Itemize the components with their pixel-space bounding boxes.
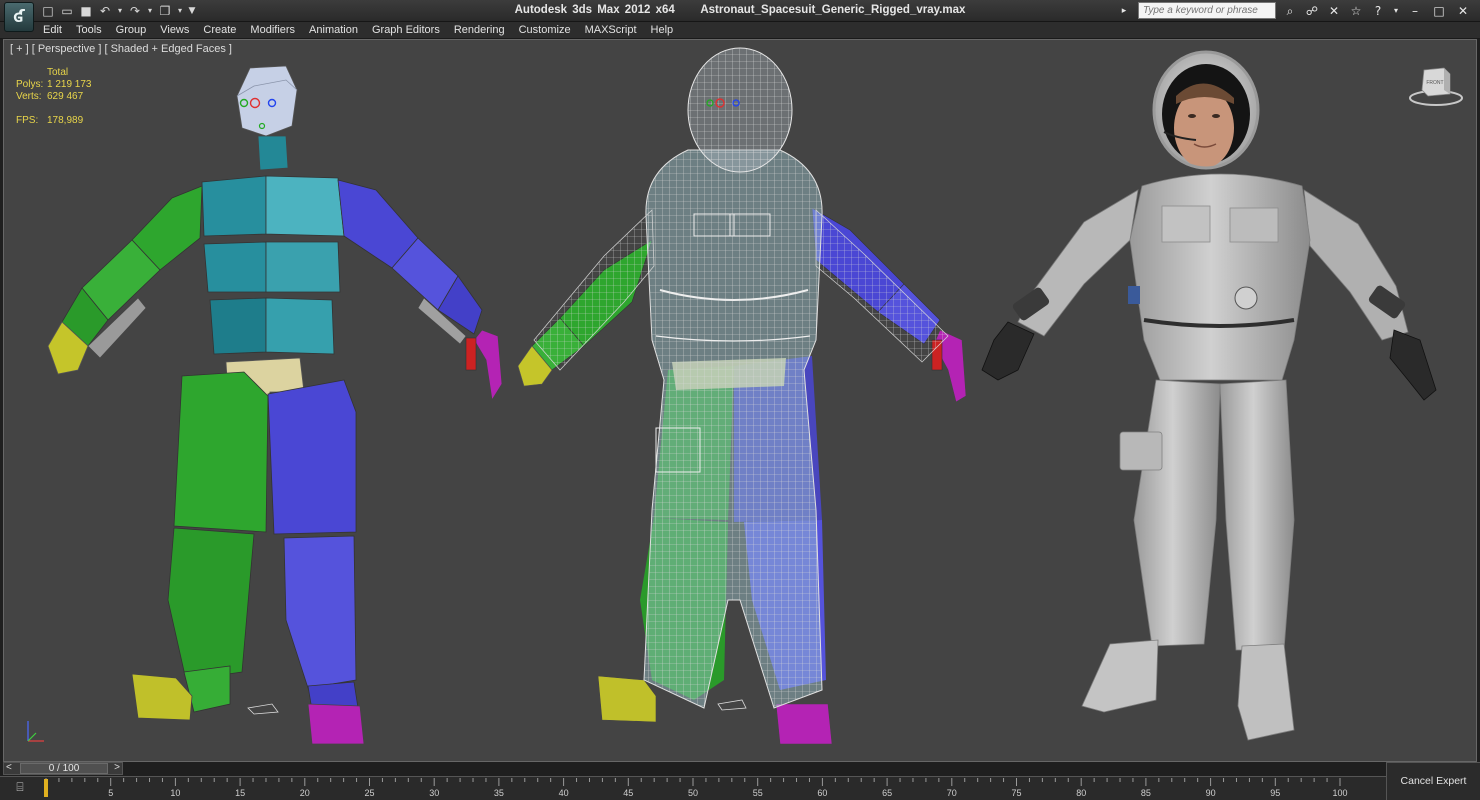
time-slider-bar[interactable]: < 0 / 100 > bbox=[3, 762, 123, 775]
favorites-star-icon[interactable]: ☆ bbox=[1348, 3, 1364, 19]
search-input[interactable] bbox=[1138, 2, 1276, 19]
redo-icon[interactable]: ↷ bbox=[127, 3, 143, 19]
quick-access-toolbar: □ ▭ ■ ↶ ▾ ↷ ▾ ❐ ▾ ▼ bbox=[40, 3, 197, 19]
frame-tick-label: 70 bbox=[947, 788, 957, 798]
close-icon[interactable]: ✕ bbox=[1454, 3, 1472, 19]
frame-tick-label: 100 bbox=[1332, 788, 1347, 798]
menu-edit[interactable]: Edit bbox=[36, 24, 69, 37]
minimize-icon[interactable]: – bbox=[1406, 3, 1424, 19]
menu-help[interactable]: Help bbox=[644, 24, 681, 37]
frame-tick-label: 15 bbox=[235, 788, 245, 798]
project-icon[interactable]: ❐ bbox=[157, 3, 173, 19]
cancel-expert-mode-button[interactable]: Cancel Expert Mode bbox=[1386, 762, 1480, 800]
perspective-viewport[interactable]: [ + ] [ Perspective ] [ Shaded + Edged F… bbox=[3, 39, 1477, 762]
expand-search-icon[interactable]: ▸ bbox=[1116, 3, 1132, 19]
menu-rendering[interactable]: Rendering bbox=[447, 24, 512, 37]
help-icon[interactable]: ? bbox=[1370, 3, 1386, 19]
frame-tick-label: 95 bbox=[1270, 788, 1280, 798]
mini-curve-editor-icon[interactable]: ⌸ bbox=[12, 780, 28, 796]
help-dropdown-icon[interactable]: ▾ bbox=[1392, 3, 1400, 19]
menu-bar: Edit Tools Group Views Create Modifiers … bbox=[0, 22, 1480, 39]
menu-views[interactable]: Views bbox=[153, 24, 196, 37]
undo-icon[interactable]: ↶ bbox=[97, 3, 113, 19]
frame-tick-label: 40 bbox=[559, 788, 569, 798]
dropdown-icon[interactable]: ▾ bbox=[176, 3, 184, 19]
frame-tick-label: 80 bbox=[1076, 788, 1086, 798]
fps-value: 178,989 bbox=[47, 115, 84, 126]
frame-tick-label: 75 bbox=[1011, 788, 1021, 798]
frame-tick-label: 90 bbox=[1206, 788, 1216, 798]
viewport-statistics: Total Polys: 1 219 173 Verts: 629 467 FPS:… bbox=[16, 67, 92, 127]
frame-tick-label: 55 bbox=[753, 788, 763, 798]
tools-icon[interactable]: ✕ bbox=[1326, 3, 1342, 19]
menu-create[interactable]: Create bbox=[196, 24, 243, 37]
dropdown-icon[interactable]: ▾ bbox=[146, 3, 154, 19]
frame-tick-label: 25 bbox=[364, 788, 374, 798]
application-button[interactable]: ʛ bbox=[4, 2, 34, 32]
file-name: Astronaut_Spacesuit_Generic_Rigged_vray.… bbox=[700, 4, 966, 16]
infocenter: ▸ ⌕ ☍ ✕ ☆ ? ▾ – □ ✕ bbox=[1116, 2, 1472, 19]
verts-label: Verts: bbox=[16, 91, 42, 102]
biped-rig[interactable] bbox=[47, 65, 503, 745]
verts-value: 629 467 bbox=[47, 91, 84, 102]
viewcube-face-label: FRONT bbox=[1426, 80, 1443, 86]
max-logo-icon: ʛ bbox=[13, 7, 25, 27]
next-frame-button[interactable]: > bbox=[114, 762, 120, 773]
frame-tick-label: 60 bbox=[817, 788, 827, 798]
track-bar-ruler[interactable]: 5 10 15 20 25 30 35 40 45 50 55 60 65 70 75 80 85 90 95 100 bbox=[40, 777, 1350, 800]
window-title: Autodesk 3ds Max 2012 x64 Astronaut_Spac… bbox=[440, 4, 1040, 16]
frame-tick-label: 30 bbox=[429, 788, 439, 798]
frame-tick-label: 65 bbox=[882, 788, 892, 798]
wireframe-rig-overlay[interactable] bbox=[517, 47, 967, 745]
menu-group[interactable]: Group bbox=[109, 24, 154, 37]
viewport-label-menu[interactable]: [ + ] [ Perspective ] [ Shaded + Edged F… bbox=[10, 43, 232, 55]
maximize-icon[interactable]: □ bbox=[1430, 3, 1448, 19]
save-icon[interactable]: ■ bbox=[78, 3, 94, 19]
polys-value: 1 219 173 bbox=[47, 79, 92, 90]
frame-tick-label: 85 bbox=[1141, 788, 1151, 798]
frame-tick-label: 5 bbox=[108, 788, 113, 798]
title-bar: ʛ □ ▭ ■ ↶ ▾ ↷ ▾ ❐ ▾ ▼ Autodesk 3ds Max 2… bbox=[0, 0, 1480, 32]
track-bar[interactable]: ⌸ 5 10 15 20 25 30 35 40 45 50 55 60 65 70 75 80 85 90 95 1… bbox=[0, 776, 1386, 800]
fps-label: FPS: bbox=[16, 115, 39, 126]
app-name: Autodesk 3ds Max 2012 x64 bbox=[514, 4, 675, 16]
menu-animation[interactable]: Animation bbox=[302, 24, 365, 37]
polys-label: Polys: bbox=[16, 79, 44, 90]
stats-header: Total bbox=[47, 67, 69, 78]
current-frame-marker[interactable] bbox=[44, 779, 48, 797]
frame-tick-label: 45 bbox=[623, 788, 633, 798]
menu-customize[interactable]: Customize bbox=[512, 24, 578, 37]
menu-graph-editors[interactable]: Graph Editors bbox=[365, 24, 447, 37]
rendered-astronaut[interactable] bbox=[981, 50, 1437, 741]
open-file-icon[interactable]: ▭ bbox=[59, 3, 75, 19]
frame-tick-label: 10 bbox=[170, 788, 180, 798]
menu-maxscript[interactable]: MAXScript bbox=[578, 24, 644, 37]
axis-tripod-icon bbox=[27, 721, 44, 742]
menu-modifiers[interactable]: Modifiers bbox=[243, 24, 302, 37]
frame-tick-label: 35 bbox=[494, 788, 504, 798]
communication-icon[interactable]: ☍ bbox=[1304, 3, 1320, 19]
menu-tools[interactable]: Tools bbox=[69, 24, 109, 37]
frame-tick-label: 20 bbox=[300, 788, 310, 798]
scene-render bbox=[47, 47, 1437, 745]
new-file-icon[interactable]: □ bbox=[40, 3, 56, 19]
previous-frame-button[interactable]: < bbox=[6, 762, 12, 773]
binoculars-icon[interactable]: ⌕ bbox=[1282, 3, 1298, 19]
frame-tick-label: 50 bbox=[688, 788, 698, 798]
dropdown-icon[interactable]: ▾ bbox=[116, 3, 124, 19]
customize-toolbar-icon[interactable]: ▼ bbox=[187, 3, 197, 19]
time-slider-thumb[interactable]: 0 / 100 bbox=[20, 763, 108, 774]
viewcube-icon[interactable]: FRONT bbox=[1408, 62, 1464, 108]
